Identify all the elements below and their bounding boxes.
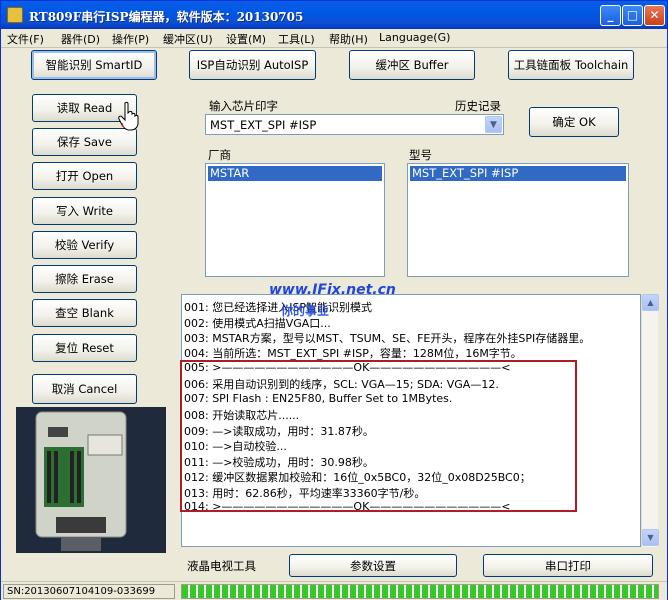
write-button[interactable]: 写入 Write [32,197,137,225]
auto-isp-button[interactable]: ISP自动识别 AutoISP [189,50,316,80]
verify-button[interactable]: 校验 Verify [32,231,137,259]
chip-combobox-value: MST_EXT_SPI #ISP [210,118,317,132]
watermark-url: www.IFix.net.cn [269,282,396,298]
menu-language[interactable]: Language(G) [379,31,450,44]
window-title: RT809F串行ISP编程器，软件版本：20130705 [29,10,304,24]
serial-number: SN:20130607104109-033699 [3,584,175,599]
list-item[interactable]: MSTAR [208,166,382,181]
toolchain-button[interactable]: 工具链面板 Toolchain [508,50,634,80]
close-button[interactable]: ✕ [644,5,665,26]
list-item[interactable]: MST_EXT_SPI #ISP [410,166,626,181]
log-line: 004: 当前所选：MST_EXT_SPI #ISP，容量：128M位，16M字… [184,347,522,360]
vendor-list[interactable]: MSTAR [205,163,385,277]
model-label: 型号 [409,148,432,162]
scroll-up-icon[interactable]: ▲ [642,294,659,311]
chip-input-label: 输入芯片印字 [209,99,278,113]
highlight-box [180,360,577,512]
params-button[interactable]: 参数设置 [289,554,457,577]
menu-buffer[interactable]: 缓冲区(U) [163,31,213,47]
status-bar: SN:20130607104109-033699 [1,581,667,600]
save-button[interactable]: 保存 Save [32,128,137,156]
chip-icon [7,7,23,23]
menu-file[interactable]: 文件(F) [7,31,44,47]
vendor-label: 厂商 [208,148,231,162]
chip-combobox[interactable]: MST_EXT_SPI #ISP ▼ [205,114,504,135]
ok-button[interactable]: 确定 OK [529,107,619,137]
cancel-button[interactable]: 取消 Cancel [32,374,137,404]
log-line: 001: 您已经选择进入ISP智能识别模式 [184,301,373,314]
menu-bar: 文件(F) 器件(D) 操作(P) 缓冲区(U) 设置(M) 工具(L) 帮助(… [1,29,667,48]
watermark-slogan: 你的事业 [281,304,330,318]
menu-tools[interactable]: 工具(L) [278,31,315,47]
maximize-button[interactable]: □ [622,5,643,26]
minimize-button[interactable]: _ [600,5,621,26]
open-button[interactable]: 打开 Open [32,162,137,190]
log-scrollbar[interactable]: ▲ ▼ [641,294,659,547]
menu-settings[interactable]: 设置(M) [226,31,266,47]
menu-help[interactable]: 帮助(H) [329,31,368,47]
smartid-button[interactable]: 智能识别 SmartID [31,50,157,80]
menu-device[interactable]: 器件(D) [61,31,100,47]
device-photo [16,407,166,553]
progress-fill [182,585,658,598]
model-list[interactable]: MST_EXT_SPI #ISP [407,163,629,277]
menu-operate[interactable]: 操作(P) [112,31,149,47]
serial-print-button[interactable]: 串口打印 [483,554,653,577]
erase-button[interactable]: 擦除 Erase [32,265,137,293]
main-window: RT809F串行ISP编程器，软件版本：20130705 _ □ ✕ 文件(F)… [0,0,668,600]
blank-button[interactable]: 查空 Blank [32,299,137,327]
log-line: 003: MSTAR方案，型号以MST、TSUM、SE、FE开头，程序在外挂SP… [184,332,591,345]
scroll-down-icon[interactable]: ▼ [642,529,659,546]
title-bar[interactable]: RT809F串行ISP编程器，软件版本：20130705 _ □ ✕ [1,1,667,29]
lcd-tools-label: 液晶电视工具 [187,559,256,573]
reset-button[interactable]: 复位 Reset [32,334,137,362]
chevron-down-icon[interactable]: ▼ [485,116,502,133]
progress-bar [181,584,659,599]
history-label: 历史记录 [455,99,501,113]
buffer-button[interactable]: 缓冲区 Buffer [349,50,475,80]
hand-cursor-icon [118,101,139,131]
